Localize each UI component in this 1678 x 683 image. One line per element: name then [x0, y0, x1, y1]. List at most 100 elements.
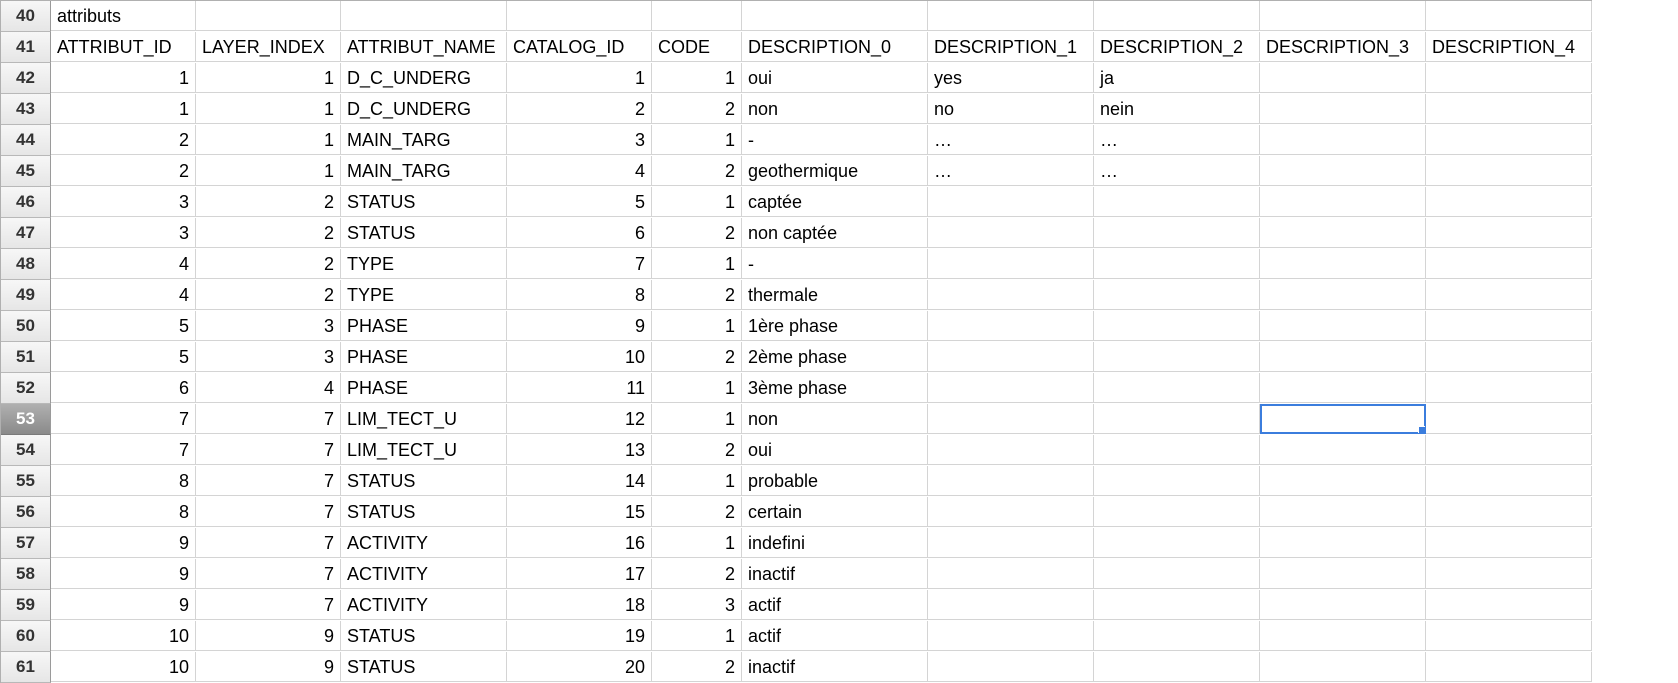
- cell[interactable]: 1: [507, 63, 652, 93]
- cell[interactable]: LIM_TECT_U: [341, 404, 507, 434]
- cell[interactable]: LAYER_INDEX: [196, 32, 341, 62]
- cell[interactable]: [507, 1, 652, 31]
- cell[interactable]: [1260, 125, 1426, 155]
- cell[interactable]: [1260, 621, 1426, 651]
- cell[interactable]: [1260, 63, 1426, 93]
- cell[interactable]: indefini: [742, 528, 928, 558]
- cell[interactable]: 4: [51, 280, 196, 310]
- cell[interactable]: [928, 280, 1094, 310]
- cell[interactable]: 7: [51, 435, 196, 465]
- cell[interactable]: …: [928, 156, 1094, 186]
- cell[interactable]: DESCRIPTION_0: [742, 32, 928, 62]
- cell[interactable]: DESCRIPTION_1: [928, 32, 1094, 62]
- row-header[interactable]: 42: [1, 63, 51, 94]
- cell[interactable]: 2: [652, 652, 742, 682]
- cell[interactable]: [1094, 187, 1260, 217]
- cell[interactable]: [1094, 280, 1260, 310]
- row-header[interactable]: 47: [1, 218, 51, 249]
- cell[interactable]: [928, 249, 1094, 279]
- cell[interactable]: [1094, 590, 1260, 620]
- cell[interactable]: [928, 187, 1094, 217]
- cell[interactable]: [1094, 528, 1260, 558]
- cell[interactable]: [1426, 63, 1592, 93]
- cell[interactable]: STATUS: [341, 218, 507, 248]
- cell[interactable]: [1426, 373, 1592, 403]
- cell[interactable]: attributs: [51, 1, 196, 31]
- cell[interactable]: …: [928, 125, 1094, 155]
- cell[interactable]: 1: [652, 373, 742, 403]
- cell[interactable]: 6: [51, 373, 196, 403]
- cell[interactable]: DESCRIPTION_2: [1094, 32, 1260, 62]
- cell[interactable]: 13: [507, 435, 652, 465]
- cell[interactable]: 2: [51, 156, 196, 186]
- cell[interactable]: 2: [196, 280, 341, 310]
- cell[interactable]: 2: [652, 497, 742, 527]
- cell[interactable]: STATUS: [341, 466, 507, 496]
- cell[interactable]: [928, 621, 1094, 651]
- cell[interactable]: 1: [652, 466, 742, 496]
- cell[interactable]: 7: [196, 559, 341, 589]
- cell[interactable]: D_C_UNDERG: [341, 94, 507, 124]
- cell[interactable]: oui: [742, 63, 928, 93]
- cell[interactable]: 2: [652, 342, 742, 372]
- row-header[interactable]: 50: [1, 311, 51, 342]
- cell[interactable]: -: [742, 125, 928, 155]
- cell[interactable]: [1094, 435, 1260, 465]
- cell[interactable]: 20: [507, 652, 652, 682]
- row-header[interactable]: 45: [1, 156, 51, 187]
- cell[interactable]: 2: [652, 559, 742, 589]
- cell[interactable]: PHASE: [341, 373, 507, 403]
- row-header[interactable]: 54: [1, 435, 51, 466]
- cell[interactable]: 9: [51, 590, 196, 620]
- cell[interactable]: 3: [507, 125, 652, 155]
- cell[interactable]: [1260, 249, 1426, 279]
- cell[interactable]: geothermique: [742, 156, 928, 186]
- cell[interactable]: [1260, 342, 1426, 372]
- cell[interactable]: 1: [196, 125, 341, 155]
- cell[interactable]: ACTIVITY: [341, 590, 507, 620]
- cell[interactable]: 3: [652, 590, 742, 620]
- cell[interactable]: yes: [928, 63, 1094, 93]
- cell[interactable]: [928, 1, 1094, 31]
- cell[interactable]: …: [1094, 156, 1260, 186]
- row-header[interactable]: 48: [1, 249, 51, 280]
- cell[interactable]: [1426, 94, 1592, 124]
- cell[interactable]: 9: [196, 652, 341, 682]
- cell[interactable]: [196, 1, 341, 31]
- cell[interactable]: [341, 1, 507, 31]
- cell[interactable]: [1260, 1, 1426, 31]
- spreadsheet-grid[interactable]: 40attributs41ATTRIBUT_IDLAYER_INDEXATTRI…: [0, 0, 1592, 683]
- cell[interactable]: [928, 559, 1094, 589]
- cell[interactable]: 2: [196, 249, 341, 279]
- row-header[interactable]: 53: [1, 404, 51, 435]
- cell[interactable]: oui: [742, 435, 928, 465]
- cell[interactable]: [1426, 342, 1592, 372]
- cell[interactable]: [1260, 559, 1426, 589]
- cell[interactable]: [1260, 94, 1426, 124]
- cell[interactable]: 1: [51, 63, 196, 93]
- cell[interactable]: 5: [507, 187, 652, 217]
- cell[interactable]: STATUS: [341, 652, 507, 682]
- cell[interactable]: MAIN_TARG: [341, 125, 507, 155]
- cell[interactable]: 2: [196, 187, 341, 217]
- row-header[interactable]: 43: [1, 94, 51, 125]
- cell[interactable]: actif: [742, 621, 928, 651]
- cell[interactable]: 1: [652, 125, 742, 155]
- cell[interactable]: 3: [196, 342, 341, 372]
- cell[interactable]: CATALOG_ID: [507, 32, 652, 62]
- cell[interactable]: 1: [51, 94, 196, 124]
- cell[interactable]: 7: [196, 528, 341, 558]
- cell[interactable]: 3ème phase: [742, 373, 928, 403]
- cell[interactable]: 7: [196, 404, 341, 434]
- cell[interactable]: 2: [652, 156, 742, 186]
- cell[interactable]: TYPE: [341, 249, 507, 279]
- cell[interactable]: nein: [1094, 94, 1260, 124]
- cell[interactable]: 1: [652, 528, 742, 558]
- cell[interactable]: [1260, 373, 1426, 403]
- cell[interactable]: 12: [507, 404, 652, 434]
- cell[interactable]: thermale: [742, 280, 928, 310]
- cell[interactable]: [1426, 590, 1592, 620]
- cell[interactable]: MAIN_TARG: [341, 156, 507, 186]
- cell[interactable]: 15: [507, 497, 652, 527]
- cell[interactable]: 7: [196, 590, 341, 620]
